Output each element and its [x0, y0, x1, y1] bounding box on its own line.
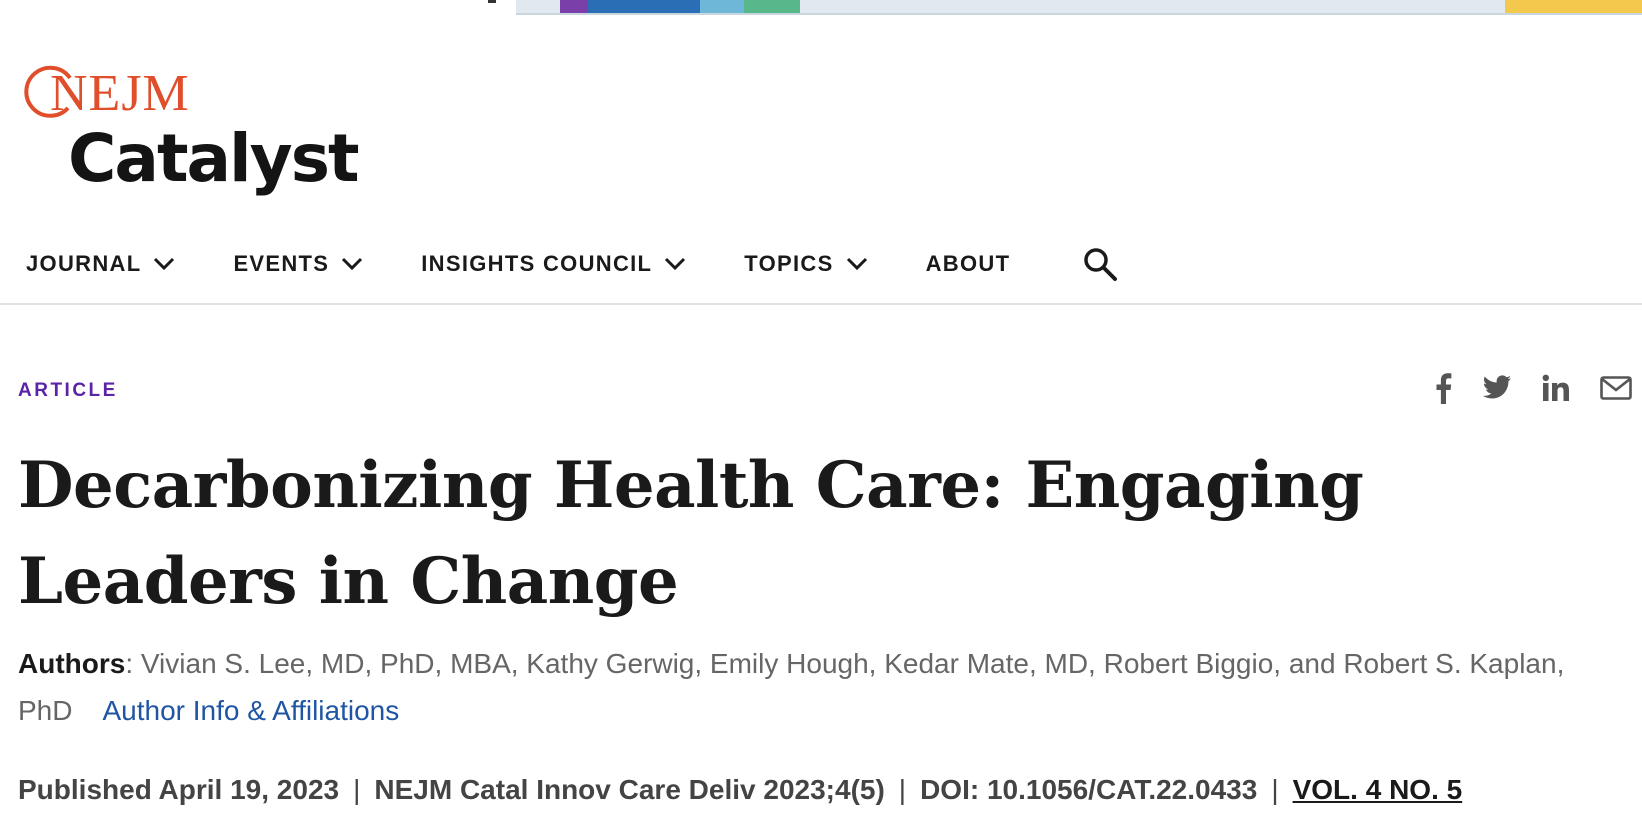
ad-banner[interactable] — [516, 0, 1642, 15]
nav-events[interactable]: EVENTS — [233, 251, 363, 277]
nav-journal-label: JOURNAL — [26, 251, 142, 276]
email-icon[interactable] — [1600, 376, 1632, 400]
article-type-label: ARTICLE — [18, 380, 118, 401]
doi: DOI: 10.1056/CAT.22.0433 — [920, 774, 1258, 805]
chevron-down-icon — [154, 257, 175, 271]
linkedin-icon[interactable] — [1542, 374, 1570, 402]
ad-graphic — [560, 0, 588, 13]
separator: | — [1271, 774, 1279, 805]
chevron-down-icon — [846, 257, 867, 271]
nav-journal[interactable]: JOURNAL — [26, 251, 175, 277]
nav-insights-council[interactable]: INSIGHTS COUNCIL — [421, 251, 686, 277]
ad-graphic — [588, 0, 700, 13]
facebook-icon[interactable] — [1434, 372, 1452, 404]
logo-catalyst-text: Catalyst — [68, 120, 360, 197]
nav-about-label: ABOUT — [925, 251, 1011, 276]
nav-divider — [0, 303, 1642, 305]
published-date: Published April 19, 2023 — [18, 774, 340, 805]
search-button[interactable] — [1070, 246, 1118, 282]
citation: NEJM Catal Innov Care Deliv 2023;4(5) — [374, 774, 885, 805]
share-bar — [1404, 372, 1632, 404]
nav-topics-label: TOPICS — [744, 251, 834, 276]
nav-events-label: EVENTS — [233, 251, 330, 276]
twitter-icon[interactable] — [1482, 375, 1512, 401]
ad-graphic — [744, 0, 800, 13]
nav-insights-council-label: INSIGHTS COUNCIL — [421, 251, 653, 276]
ad-graphic — [1505, 0, 1642, 13]
main-nav: JOURNAL EVENTS INSIGHTS COUNCIL TOPICS A… — [26, 246, 1118, 282]
issue-link[interactable]: VOL. 4 NO. 5 — [1293, 774, 1463, 805]
separator: | — [353, 774, 361, 805]
nav-topics[interactable]: TOPICS — [744, 251, 867, 277]
separator: | — [898, 774, 907, 805]
article-title: Decarbonizing Health Care: Engaging Lead… — [18, 448, 1364, 619]
chevron-down-icon — [342, 257, 363, 271]
ad-edge-marker — [488, 0, 496, 3]
authors-line: Authors: Vivian S. Lee, MD, PhD, MBA, Ka… — [18, 640, 1578, 734]
nejm-catalyst-logo[interactable]: NEJM Catalyst — [24, 62, 360, 212]
chevron-down-icon — [665, 257, 686, 271]
author-info-link[interactable]: Author Info & Affiliations — [102, 695, 399, 726]
publication-info: Published April 19, 2023 | NEJM Catal Inno… — [18, 774, 1462, 806]
ad-graphic — [700, 0, 744, 13]
search-icon — [1084, 248, 1118, 281]
logo-nejm-text: NEJM — [50, 65, 190, 122]
nav-about[interactable]: ABOUT — [926, 251, 1011, 277]
authors-label: Authors — [18, 648, 126, 679]
